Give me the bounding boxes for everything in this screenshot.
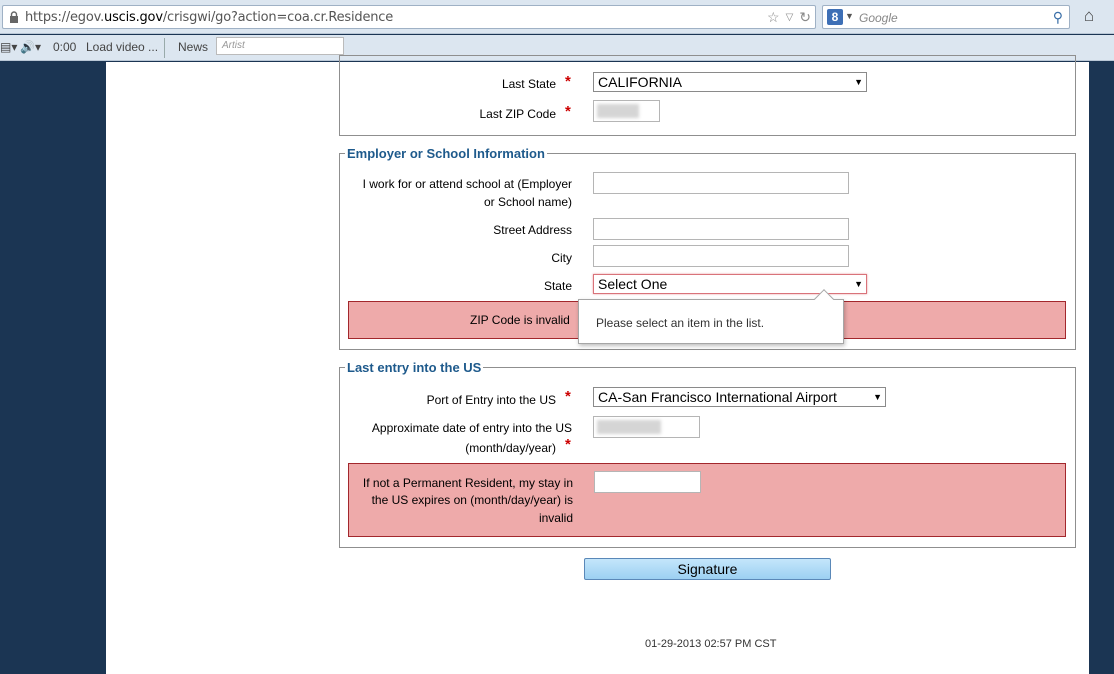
redacted-value [597, 104, 639, 118]
toolbar-divider [164, 38, 165, 58]
search-icon[interactable]: ⚲ [1053, 9, 1063, 26]
tooltip-text: Please select an item in the list. [596, 316, 765, 330]
city-label: City [551, 251, 572, 265]
city-input[interactable] [593, 245, 849, 267]
dropdown-icon[interactable]: ▽ [786, 9, 794, 27]
stay-error-line3: invalid [538, 511, 573, 525]
chevron-down-icon[interactable]: ▼ [845, 11, 854, 21]
stay-expiry-input[interactable] [594, 471, 701, 493]
chevron-down-icon: ▼ [854, 77, 863, 87]
stay-error-line1: If not a Permanent Resident, my stay in [362, 476, 573, 490]
last-state-label: Last State [501, 77, 556, 91]
last-zip-label: Last ZIP Code [479, 107, 557, 121]
signature-button[interactable]: Signature [584, 558, 831, 580]
artist-input[interactable]: Artist [216, 37, 344, 55]
star-icon[interactable]: ☆ [767, 9, 780, 27]
scrollbar[interactable] [1089, 62, 1114, 674]
lock-icon [10, 11, 18, 23]
last-state-value: CALIFORNIA [598, 74, 683, 90]
chevron-down-icon: ▼ [873, 392, 882, 402]
search-bar[interactable]: 8 ▼ Google ⚲ [822, 5, 1070, 29]
entry-date-label-line1: Approximate date of entry into the US [371, 421, 572, 435]
google-engine-icon[interactable]: 8 [827, 9, 843, 25]
address-url: https://egov.uscis.gov/crisgwi/go?action… [25, 10, 394, 25]
employer-name-input[interactable] [593, 172, 849, 194]
work-label-line2: or School name) [483, 195, 572, 209]
required-marker: * [565, 436, 571, 453]
employer-legend: Employer or School Information [347, 146, 545, 161]
playback-time: 0:00 [53, 40, 77, 54]
entry-date-label-line2: (month/day/year) [465, 441, 556, 455]
timestamp: 01-29-2013 02:57 PM CST [645, 638, 777, 650]
chevron-down-icon: ▼ [854, 279, 863, 289]
menu-icon[interactable]: ▤▾ [0, 40, 17, 54]
load-video-button[interactable]: Load video ... [86, 40, 158, 54]
stay-error-line2: the US expires on (month/day/year) is [371, 493, 573, 507]
required-marker: * [565, 73, 571, 90]
port-select-value: CA-San Francisco International Airport [598, 389, 837, 405]
entry-legend: Last entry into the US [347, 360, 482, 375]
address-bar[interactable]: https://egov.uscis.gov/crisgwi/go?action… [2, 5, 816, 29]
state-select-value: Select One [598, 276, 668, 292]
volume-icon[interactable]: 🔊▾ [20, 40, 41, 54]
last-state-select[interactable]: CALIFORNIA ▼ [593, 72, 867, 92]
redacted-value [597, 420, 661, 434]
zip-error-text: ZIP Code is invalid [470, 313, 570, 327]
work-label-line1: I work for or attend school at (Employer [362, 177, 572, 191]
port-label: Port of Entry into the US [426, 393, 556, 407]
required-marker: * [565, 103, 571, 120]
browser-address-row: https://egov.uscis.gov/crisgwi/go?action… [0, 0, 1114, 34]
residence-fieldset [339, 55, 1076, 136]
street-address-input[interactable] [593, 218, 849, 240]
home-icon[interactable]: ⌂ [1078, 6, 1100, 28]
required-marker: * [565, 388, 571, 405]
port-select[interactable]: CA-San Francisco International Airport ▼ [593, 387, 886, 407]
validation-tooltip: Please select an item in the list. [578, 289, 844, 344]
news-button[interactable]: News [178, 40, 208, 54]
state-label: State [543, 279, 572, 293]
search-placeholder: Google [859, 11, 898, 25]
street-address-label: Street Address [493, 223, 572, 237]
reload-icon[interactable]: ↻ [799, 9, 811, 27]
